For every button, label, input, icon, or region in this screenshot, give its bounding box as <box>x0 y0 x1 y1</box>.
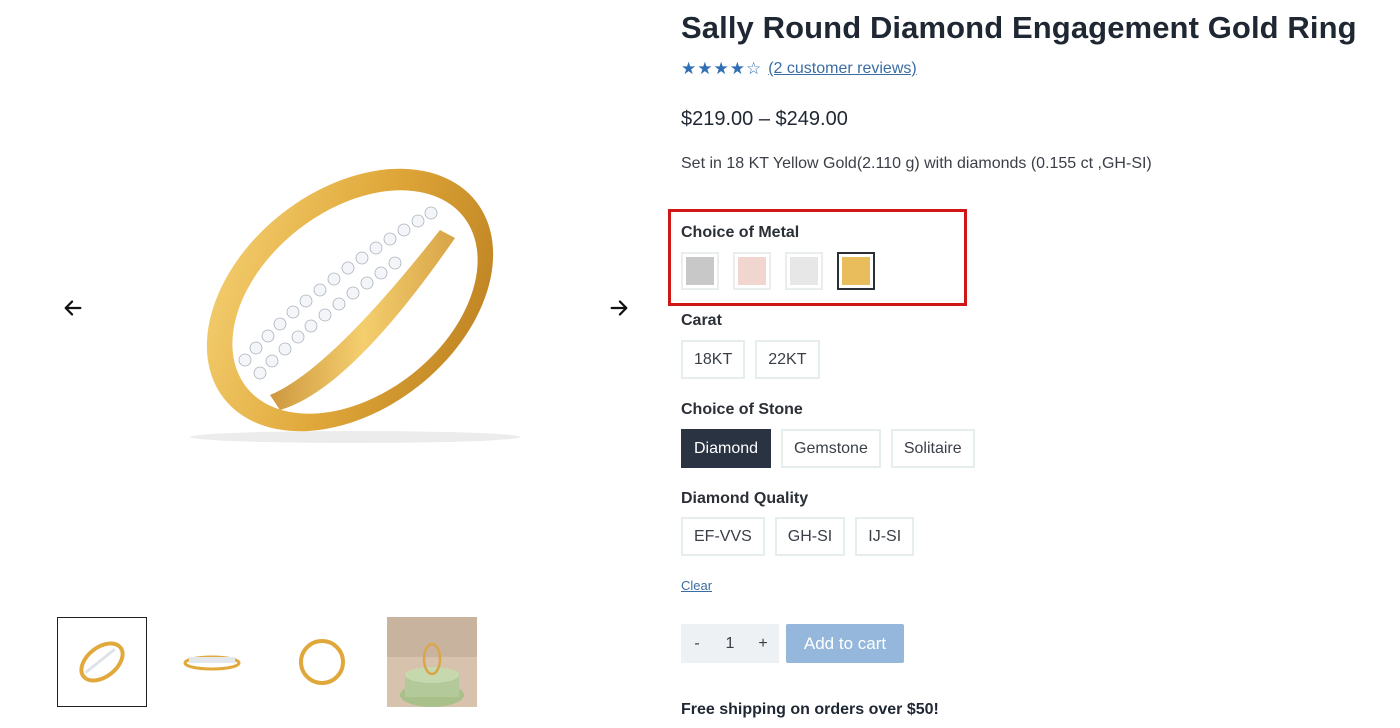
thumbnail-3[interactable] <box>277 617 367 707</box>
star-filled-icons: ★★★★ <box>681 59 746 78</box>
thumbnail-2[interactable] <box>167 617 257 707</box>
shipping-notice: Free shipping on orders over $50! <box>681 701 939 718</box>
quantity-stepper: - 1 + <box>681 624 779 663</box>
metal-label: Choice of Metal <box>681 224 800 241</box>
stone-option-gemstone[interactable]: Gemstone <box>781 429 881 468</box>
arrow-left-icon <box>64 300 82 316</box>
metal-swatch-platinum[interactable] <box>785 252 823 290</box>
product-title: Sally Round Diamond Engagement Gold Ring <box>681 10 1357 45</box>
main-product-image <box>150 120 550 480</box>
product-rating: ★★★★☆ (2 customer reviews) <box>681 58 1381 80</box>
product-description: Set in 18 KT Yellow Gold(2.110 g) with d… <box>681 155 1152 172</box>
cart-row: - 1 + Add to cart <box>681 624 904 663</box>
thumbnail-1[interactable] <box>57 617 147 707</box>
quantity-decrease-button[interactable]: - <box>681 624 713 663</box>
gallery-prev-button[interactable] <box>57 292 89 324</box>
product-gallery <box>0 0 670 728</box>
carat-option-22kt[interactable]: 22KT <box>755 340 820 379</box>
metal-swatches <box>681 252 875 290</box>
product-price: $219.00 – $249.00 <box>681 108 848 130</box>
star-empty-icon: ☆ <box>745 59 763 78</box>
carat-label: Carat <box>681 312 722 329</box>
quantity-input[interactable]: 1 <box>713 635 747 653</box>
quality-option-ef-vvs[interactable]: EF-VVS <box>681 517 765 556</box>
arrow-right-icon <box>610 300 628 316</box>
gallery-next-button[interactable] <box>603 292 635 324</box>
quantity-increase-button[interactable]: + <box>747 624 779 663</box>
stone-options: Diamond Gemstone Solitaire <box>681 429 975 468</box>
metal-swatch-rose-gold[interactable] <box>733 252 771 290</box>
quality-option-ij-si[interactable]: IJ-SI <box>855 517 915 556</box>
stone-option-diamond[interactable]: Diamond <box>681 429 772 468</box>
product-summary: Sally Round Diamond Engagement Gold Ring… <box>681 8 1381 173</box>
metal-swatch-yellow-gold[interactable] <box>837 252 875 290</box>
thumbnail-4[interactable] <box>387 617 477 707</box>
quality-option-gh-si[interactable]: GH-SI <box>774 517 846 556</box>
reviews-link[interactable]: (2 customer reviews) <box>768 60 916 78</box>
clear-selection-link[interactable]: Clear <box>681 578 712 593</box>
add-to-cart-button[interactable]: Add to cart <box>786 624 904 663</box>
carat-options: 18KT 22KT <box>681 340 820 379</box>
thumbnail-strip <box>57 617 477 707</box>
rating-stars: ★★★★☆ <box>681 59 762 79</box>
stone-option-solitaire[interactable]: Solitaire <box>890 429 975 468</box>
metal-swatch-white-gold[interactable] <box>681 252 719 290</box>
quality-label: Diamond Quality <box>681 490 809 507</box>
quality-options: EF-VVS GH-SI IJ-SI <box>681 517 915 556</box>
carat-option-18kt[interactable]: 18KT <box>681 340 746 379</box>
stone-label: Choice of Stone <box>681 401 803 418</box>
